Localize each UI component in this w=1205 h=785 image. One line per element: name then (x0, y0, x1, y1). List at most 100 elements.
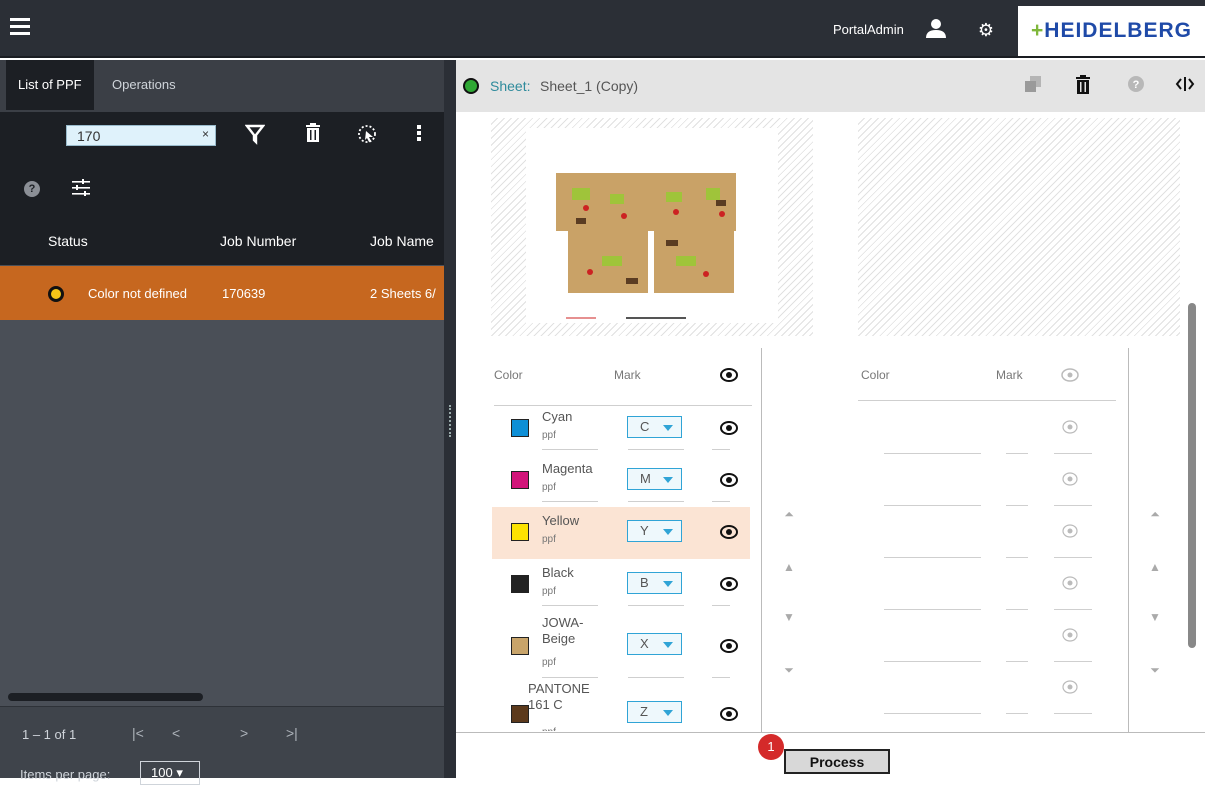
panel-splitter[interactable] (444, 60, 456, 778)
color-row-black[interactable]: Black ppf B (492, 559, 750, 611)
sheet-preview-back[interactable] (858, 118, 1180, 336)
color-row-cyan[interactable]: Cyan ppf C (492, 403, 750, 455)
search-input[interactable] (67, 126, 187, 145)
sheet-preview-image (526, 128, 778, 323)
last-page-button[interactable]: >| (286, 725, 298, 741)
color-swatch (511, 575, 529, 593)
tab-list-of-ppf[interactable]: List of PPF (6, 60, 94, 110)
select-area-icon[interactable] (356, 123, 378, 147)
column-status[interactable]: Status (48, 233, 88, 249)
step-badge: 1 (758, 734, 784, 760)
hamburger-menu-icon[interactable] (10, 18, 30, 38)
ppf-list-panel: List of PPF Operations × ? Status Job Nu… (0, 60, 444, 785)
mark-select[interactable]: X (627, 633, 682, 655)
color-swatch (511, 523, 529, 541)
gear-icon[interactable]: ⚙ (976, 20, 996, 40)
next-page-button[interactable]: > (240, 725, 248, 741)
paginator: 1 – 1 of 1 |< < > >| Items per page: 100… (0, 706, 444, 785)
visibility-eye-icon[interactable] (1061, 522, 1079, 540)
column-settings-icon[interactable] (71, 178, 91, 198)
color-row-yellow[interactable]: Yellow ppf Y (492, 507, 750, 559)
previous-page-button[interactable]: < (172, 725, 180, 741)
table-divider-right (1128, 348, 1129, 733)
svg-text:?: ? (1133, 79, 1140, 91)
visibility-all-eye-icon[interactable] (720, 366, 738, 384)
color-name: Magenta (542, 461, 593, 476)
column-job-number[interactable]: Job Number (220, 233, 296, 249)
visibility-eye-icon[interactable] (720, 575, 738, 593)
move-to-top-icon[interactable]: ⏶ (1148, 507, 1162, 522)
move-up-icon[interactable]: ▲ (1148, 560, 1162, 574)
color-row-magenta[interactable]: Magenta ppf M (492, 455, 750, 507)
visibility-eye-icon[interactable] (720, 637, 738, 655)
color-row-jowa-beige[interactable]: JOWA- Beige ppf X (492, 611, 750, 677)
items-per-page-label: Items per page: (20, 767, 111, 782)
process-button[interactable]: Process (784, 749, 890, 774)
column-job-name[interactable]: Job Name (370, 233, 434, 249)
color-source: ppf (542, 534, 556, 545)
table-row[interactable]: Color not defined 170639 2 Sheets 6/ (0, 266, 444, 320)
move-to-top-icon[interactable]: ⏶ (782, 507, 796, 522)
color-source: ppf (542, 586, 556, 597)
mark-column-header-back: Mark (996, 368, 1023, 382)
mark-value: Y (640, 523, 649, 538)
visibility-eye-icon[interactable] (1061, 678, 1079, 696)
horizontal-scrollbar[interactable] (8, 693, 203, 701)
move-down-icon[interactable]: ▼ (782, 610, 796, 624)
color-swatch (511, 705, 529, 723)
top-bar: PortalAdmin ⚙ + HEIDELBERG (0, 0, 1205, 58)
trash-icon[interactable] (302, 123, 324, 147)
visibility-eye-icon[interactable] (720, 705, 738, 723)
visibility-eye-icon[interactable] (720, 523, 738, 541)
sheet-status-icon (463, 78, 479, 94)
filter-icon[interactable] (244, 123, 266, 147)
collapse-panel-icon[interactable] (1174, 75, 1196, 97)
chevron-down-icon (663, 529, 673, 535)
color-name: JOWA- Beige (542, 615, 584, 646)
color-source: ppf (542, 657, 556, 668)
more-vertical-icon[interactable] (408, 123, 430, 147)
mark-select[interactable]: Y (627, 520, 682, 542)
mark-select[interactable]: C (627, 416, 682, 438)
chevron-down-icon (663, 642, 673, 648)
sheet-preview-front[interactable] (491, 118, 813, 336)
tab-operations[interactable]: Operations (100, 60, 188, 110)
mark-select[interactable]: M (627, 468, 682, 490)
mark-value: C (640, 419, 650, 434)
visibility-eye-icon[interactable] (720, 471, 738, 489)
brand-logo: + HEIDELBERG (1018, 6, 1205, 56)
color-name: PANTONE 161 C (528, 681, 590, 712)
copy-sheet-icon[interactable] (1022, 75, 1044, 97)
drag-handle-icon[interactable] (449, 405, 452, 437)
help-icon[interactable]: ? (24, 181, 40, 197)
vertical-scrollbar[interactable] (1188, 303, 1196, 648)
clear-search-icon[interactable]: × (202, 127, 209, 141)
footer-bar: Process 1 (456, 732, 1205, 778)
move-up-icon[interactable]: ▲ (782, 560, 796, 574)
user-name[interactable]: PortalAdmin (833, 22, 904, 37)
visibility-eye-icon[interactable] (720, 419, 738, 437)
row-job-name: 2 Sheets 6/ (370, 286, 436, 301)
help-icon[interactable]: ? (1125, 75, 1147, 97)
visibility-eye-icon[interactable] (1061, 418, 1079, 436)
mark-select[interactable]: B (627, 572, 682, 594)
move-to-bottom-icon[interactable]: ⏷ (1148, 663, 1162, 678)
visibility-all-eye-icon-back[interactable] (1061, 366, 1079, 384)
sheet-panel: Sheet: Sheet_1 (Copy) ? Color Mark Cyan … (456, 60, 1205, 778)
chevron-down-icon (663, 477, 673, 483)
visibility-eye-icon[interactable] (1061, 574, 1079, 592)
first-page-button[interactable]: |< (132, 725, 144, 741)
color-source: ppf (542, 727, 556, 731)
delete-sheet-icon[interactable] (1072, 75, 1094, 97)
move-down-icon[interactable]: ▼ (1148, 610, 1162, 624)
color-row-pantone-161c[interactable]: PANTONE 161 C ppf Z (492, 677, 750, 731)
table-header: Status Job Number Job Name (0, 215, 444, 265)
visibility-eye-icon[interactable] (1061, 626, 1079, 644)
move-to-bottom-icon[interactable]: ⏷ (782, 663, 796, 678)
visibility-eye-icon[interactable] (1061, 470, 1079, 488)
mark-select[interactable]: Z (627, 701, 682, 723)
color-column-header: Color (494, 368, 523, 382)
color-name: Cyan (542, 409, 573, 424)
user-icon[interactable] (924, 16, 948, 40)
items-per-page-select[interactable]: 100 ▾ (140, 761, 200, 785)
